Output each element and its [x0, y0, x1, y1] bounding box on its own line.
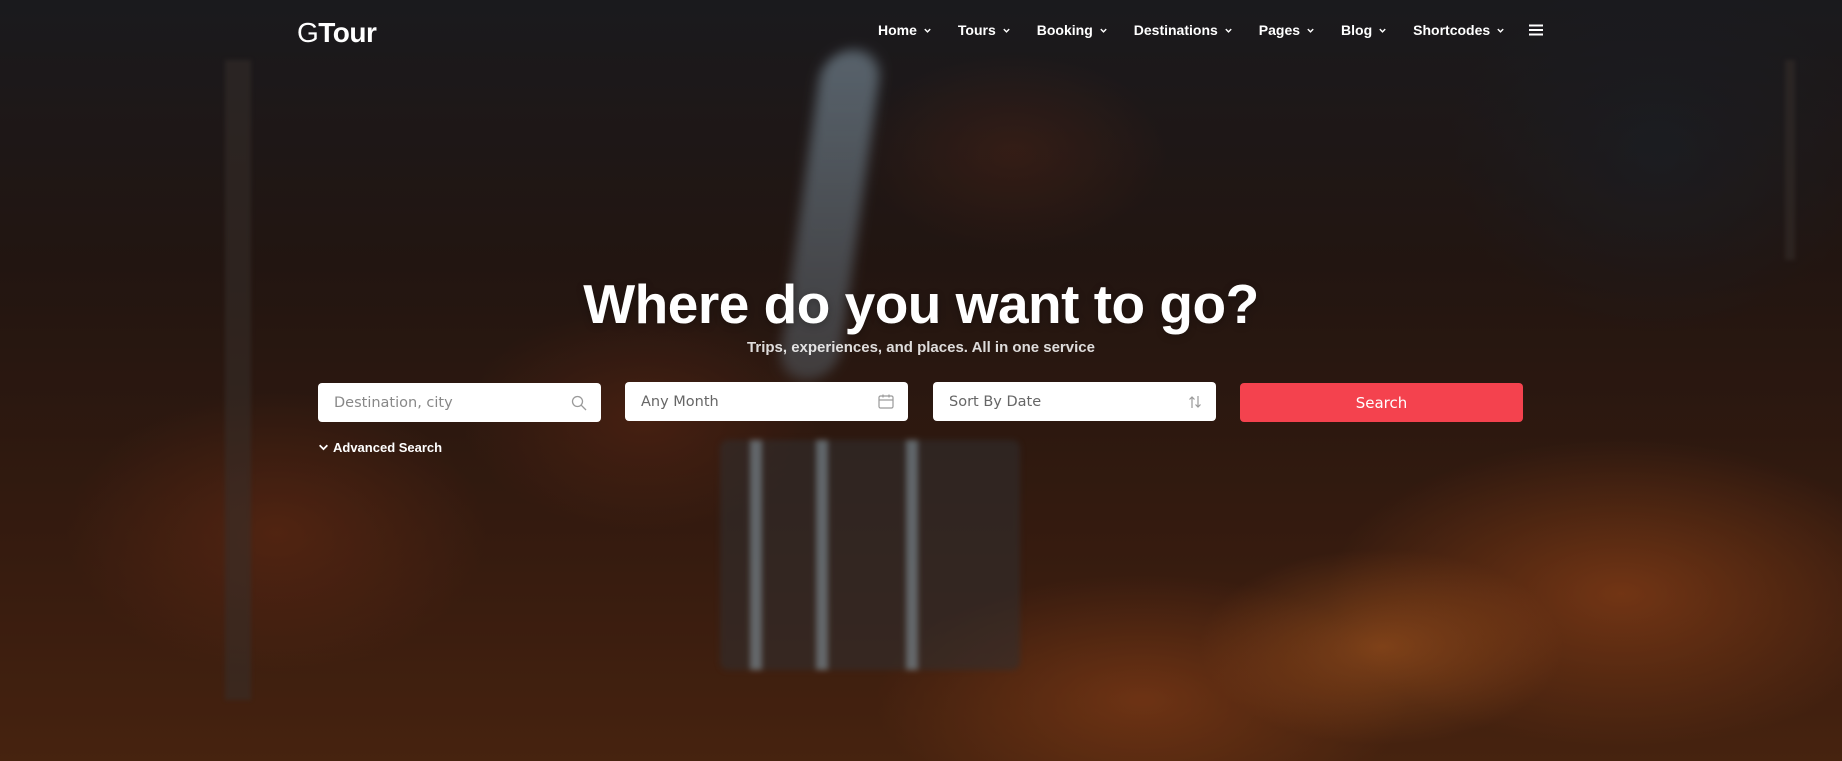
nav-item-home[interactable]: Home [878, 22, 932, 38]
nav-item-blog[interactable]: Blog [1341, 22, 1387, 38]
sort-arrows-icon [1189, 395, 1201, 408]
chevron-down-icon [1497, 28, 1504, 33]
hero-title: Where do you want to go? [583, 273, 1259, 335]
nav-label: Home [878, 22, 917, 38]
month-select[interactable]: Any Month [625, 382, 908, 421]
nav-label: Destinations [1133, 22, 1218, 38]
nav-item-shortcodes[interactable]: Shortcodes [1413, 22, 1505, 38]
hero-background [0, 0, 1842, 761]
destination-field[interactable] [318, 383, 601, 422]
chevron-down-icon [1307, 28, 1314, 33]
chevron-down-icon [1379, 28, 1386, 33]
main-nav: Home Tours Booking Destinations Pages Bl… [878, 22, 1544, 38]
chevron-down-icon [1225, 28, 1232, 33]
nav-item-destinations[interactable]: Destinations [1134, 22, 1233, 38]
chevron-down-icon [924, 28, 931, 33]
hamburger-icon[interactable] [1529, 24, 1544, 36]
chevron-down-icon [319, 444, 328, 451]
search-button[interactable]: Search [1240, 383, 1523, 422]
nav-item-tours[interactable]: Tours [958, 22, 1011, 38]
chevron-down-icon [1100, 28, 1107, 33]
advanced-search-toggle[interactable]: Advanced Search [318, 440, 442, 455]
site-header: GTour Home Tours Booking Destinations Pa… [0, 0, 1842, 66]
nav-label: Pages [1258, 22, 1301, 38]
nav-label: Shortcodes [1413, 22, 1491, 38]
calendar-icon [878, 394, 894, 409]
chevron-down-icon [1003, 28, 1010, 33]
nav-label: Blog [1341, 22, 1373, 38]
nav-item-booking[interactable]: Booking [1037, 22, 1108, 38]
nav-item-pages[interactable]: Pages [1259, 22, 1315, 38]
search-icon [571, 395, 587, 410]
month-value: Any Month [641, 393, 719, 410]
hero-subtitle: Trips, experiences, and places. All in o… [747, 339, 1095, 356]
sort-value: Sort By Date [949, 393, 1042, 410]
destination-input[interactable] [334, 394, 571, 411]
advanced-search-label: Advanced Search [333, 440, 443, 455]
nav-label: Tours [957, 22, 996, 38]
site-logo[interactable]: GTour [297, 17, 377, 49]
nav-label: Booking [1036, 22, 1093, 38]
sort-select[interactable]: Sort By Date [933, 382, 1216, 421]
